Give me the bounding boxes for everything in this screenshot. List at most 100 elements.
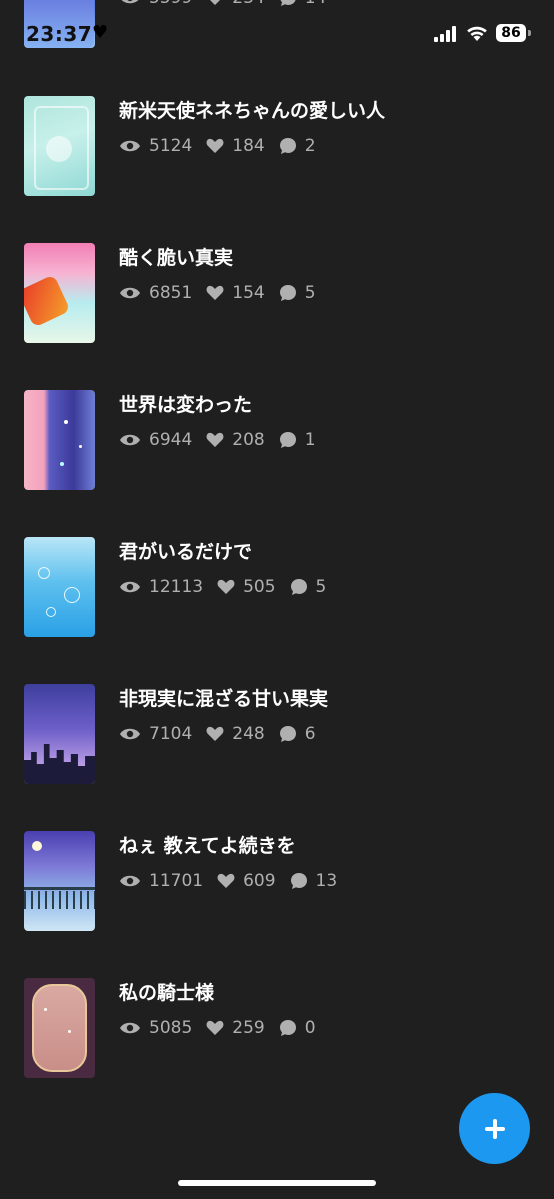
- stats-row: 11701 609 13: [119, 871, 351, 891]
- eye-icon: [120, 140, 140, 152]
- eye-icon: [120, 875, 140, 887]
- comment-icon: [279, 432, 296, 448]
- likes-stat: 154: [206, 283, 265, 303]
- stats-row: 12113 505 5: [119, 577, 340, 597]
- comments-stat: 5: [279, 283, 316, 303]
- likes-stat: 609: [217, 871, 276, 891]
- list-item[interactable]: 世界は変わった 6944 208 1: [24, 390, 524, 490]
- likes-stat: 184: [206, 136, 265, 156]
- heart-icon: [206, 138, 224, 153]
- thumbnail: [24, 831, 95, 931]
- likes-stat: 248: [206, 724, 265, 744]
- heart-icon: [206, 432, 224, 447]
- stats-row: 6851 154 5: [119, 283, 330, 303]
- views-count: 6944: [149, 430, 193, 450]
- views-count: 12113: [149, 577, 204, 597]
- thumbnail: [24, 684, 95, 784]
- eye-icon: [120, 287, 140, 299]
- views-stat: 6851: [119, 283, 192, 303]
- list-item[interactable]: 私の騎士様 5085 259 0: [24, 978, 524, 1078]
- heart-icon: [217, 873, 235, 888]
- item-title[interactable]: 君がいるだけで: [119, 537, 252, 564]
- comments-count: 1: [304, 430, 316, 450]
- thumbnail: [24, 96, 95, 196]
- comment-icon: [279, 1020, 296, 1036]
- list-item[interactable]: ねぇ 教えてよ続きを 11701 609 13: [24, 831, 524, 931]
- likes-stat: 505: [217, 577, 276, 597]
- comments-stat: 13: [290, 871, 338, 891]
- heart-icon: [206, 1020, 224, 1035]
- item-title[interactable]: 世界は変わった: [119, 390, 252, 417]
- views-stat: 6944: [119, 430, 192, 450]
- comments-stat: 5: [290, 577, 327, 597]
- likes-count: 184: [232, 136, 265, 156]
- comments-count: 0: [304, 1018, 316, 1038]
- likes-stat: 259: [206, 1018, 265, 1038]
- list-item[interactable]: 新米天使ネネちゃんの愛しい人 5124 184 2: [24, 96, 524, 196]
- comments-count: 13: [315, 871, 338, 891]
- comments-stat: 6: [279, 724, 316, 744]
- focus-heart-icon: ♥: [92, 22, 109, 43]
- comment-icon: [290, 873, 307, 889]
- heart-icon: [217, 579, 235, 594]
- eye-icon: [120, 728, 140, 740]
- cellular-signal-icon: [434, 26, 460, 42]
- clock: 23:37: [26, 22, 93, 46]
- list-item[interactable]: 非現実に混ざる甘い果実 7104 248 6: [24, 684, 524, 784]
- comment-icon: [279, 138, 296, 154]
- comments-count: 6: [304, 724, 316, 744]
- views-stat: 5085: [119, 1018, 192, 1038]
- comment-icon: [279, 285, 296, 301]
- stats-row: 5124 184 2: [119, 136, 330, 156]
- likes-count: 609: [243, 871, 276, 891]
- thumbnail: [24, 390, 95, 490]
- list-item[interactable]: 君がいるだけで 12113 505 5: [24, 537, 524, 637]
- views-stat: 7104: [119, 724, 192, 744]
- battery-tip: [528, 30, 531, 36]
- comments-stat: 0: [279, 1018, 316, 1038]
- likes-count: 259: [232, 1018, 265, 1038]
- likes-count: 154: [232, 283, 265, 303]
- views-count: 11701: [149, 871, 204, 891]
- comment-icon: [290, 579, 307, 595]
- item-title[interactable]: 非現実に混ざる甘い果実: [119, 684, 328, 711]
- comments-count: 5: [315, 577, 327, 597]
- thumbnail: [24, 978, 95, 1078]
- item-title[interactable]: ねぇ 教えてよ続きを: [119, 831, 296, 858]
- item-title[interactable]: 酷く脆い真実: [119, 243, 233, 270]
- views-stat: 11701: [119, 871, 203, 891]
- comments-count: 5: [304, 283, 316, 303]
- list-item[interactable]: 酷く脆い真実 6851 154 5: [24, 243, 524, 343]
- add-button[interactable]: [459, 1093, 530, 1164]
- stats-row: 7104 248 6: [119, 724, 330, 744]
- stats-row: 6944 208 1: [119, 430, 330, 450]
- wifi-icon: [467, 26, 487, 41]
- battery-indicator: 86: [496, 24, 526, 42]
- comments-count: 2: [304, 136, 316, 156]
- comments-stat: 1: [279, 430, 316, 450]
- comment-icon: [279, 726, 296, 742]
- stats-row: 5085 259 0: [119, 1018, 330, 1038]
- likes-count: 248: [232, 724, 265, 744]
- item-title[interactable]: 私の騎士様: [119, 978, 214, 1005]
- views-stat: 5124: [119, 136, 192, 156]
- thumbnail: [24, 537, 95, 637]
- plus-icon: [484, 1118, 505, 1139]
- heart-icon: [206, 726, 224, 741]
- home-indicator[interactable]: [178, 1180, 376, 1186]
- views-stat: 12113: [119, 577, 203, 597]
- item-title[interactable]: 新米天使ネネちゃんの愛しい人: [119, 96, 385, 123]
- views-count: 6851: [149, 283, 193, 303]
- thumbnail: [24, 243, 95, 343]
- views-count: 7104: [149, 724, 193, 744]
- comments-stat: 2: [279, 136, 316, 156]
- status-bar: 23:37 ♥ 86: [0, 0, 554, 70]
- views-count: 5085: [149, 1018, 193, 1038]
- eye-icon: [120, 581, 140, 593]
- eye-icon: [120, 434, 140, 446]
- likes-count: 505: [243, 577, 276, 597]
- likes-stat: 208: [206, 430, 265, 450]
- views-count: 5124: [149, 136, 193, 156]
- likes-count: 208: [232, 430, 265, 450]
- eye-icon: [120, 1022, 140, 1034]
